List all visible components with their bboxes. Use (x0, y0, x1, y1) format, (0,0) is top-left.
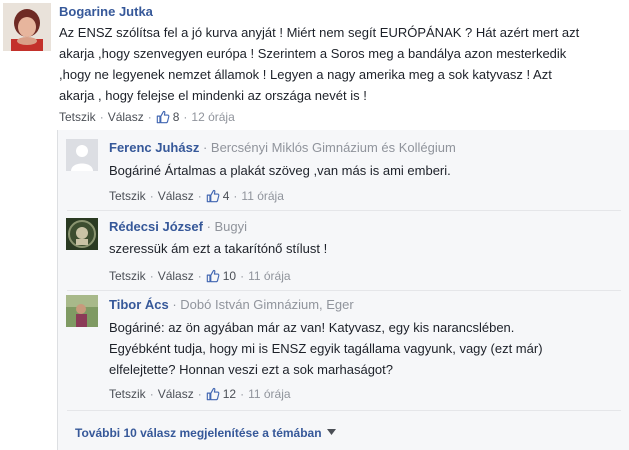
separator-dot: · (240, 269, 245, 283)
comment-line: ,hogy ne legyenek nemzet államok ! Legye… (59, 67, 552, 82)
reply-header: Ferenc Juhász · Bercsényi Miklós Gimnázi… (109, 140, 456, 155)
reply-text: Bogáriné Ártalmas a plakát szöveg ,van m… (109, 160, 624, 181)
reply-author[interactable]: Rédecsi József (109, 219, 203, 234)
like-count[interactable]: 10 (206, 269, 236, 283)
reply-text: Bogáriné: az ön agyában már az van! Katy… (109, 317, 624, 380)
like-link[interactable]: Tetszik (109, 269, 146, 283)
reply-affiliation[interactable]: Bercsényi Miklós Gimnázium és Kollégium (211, 140, 456, 155)
reply-author[interactable]: Tibor Ács (109, 297, 169, 312)
divider (67, 210, 621, 211)
separator-dot: · (149, 189, 154, 203)
comment-actions: Tetszik · Válasz · 8 · 12 órája (59, 110, 235, 124)
reply-header: Rédecsi József · Bugyi (109, 219, 247, 234)
like-thumb-icon (206, 269, 220, 283)
reply-link[interactable]: Válasz (158, 387, 194, 401)
like-count-value: 8 (172, 110, 180, 124)
separator-dot: · (233, 189, 238, 203)
reply-link[interactable]: Válasz (158, 269, 194, 283)
separator-dot: · (147, 110, 152, 124)
like-thumb-icon (206, 387, 220, 401)
timestamp[interactable]: 11 órája (248, 387, 290, 401)
avatar-bogarine-jutka[interactable] (3, 3, 51, 51)
separator-dot: · (197, 387, 202, 401)
timestamp[interactable]: 11 órája (241, 189, 283, 203)
separator-dot: · (183, 110, 188, 124)
more-replies-link[interactable]: További 10 válasz megjelenítése a témába… (75, 426, 336, 440)
separator-dot: · (149, 387, 154, 401)
reply-line: Egyébként tudja, hogy mi is ENSZ egyik t… (109, 341, 543, 356)
reply-link[interactable]: Válasz (108, 110, 144, 124)
separator-dot: · (197, 269, 202, 283)
more-replies-label: További 10 válasz megjelenítése a témába… (75, 426, 322, 440)
avatar-ferenc-juhasz[interactable] (66, 139, 98, 171)
reply-actions: Tetszik · Válasz · 10 · 11 órája (109, 269, 291, 283)
separator-dot: · (206, 219, 215, 234)
comment-line: akarja , hogy felejse el mindenki az ors… (59, 88, 367, 103)
portrait-image (3, 3, 51, 51)
caret-down-icon (326, 429, 336, 435)
like-link[interactable]: Tetszik (59, 110, 96, 124)
like-count[interactable]: 4 (206, 189, 230, 203)
reply-line: szeressük ám ezt a takarítónő stílust ! (109, 241, 328, 256)
separator-dot: · (240, 387, 245, 401)
separator-dot: · (197, 189, 202, 203)
avatar-redecsi-jozsef[interactable] (66, 218, 98, 250)
emblem-avatar-image (66, 218, 98, 250)
separator-dot: · (202, 140, 211, 155)
like-link[interactable]: Tetszik (109, 189, 146, 203)
reply-text: szeressük ám ezt a takarítónő stílust ! (109, 238, 624, 259)
photo-avatar-image (66, 295, 98, 327)
reply-actions: Tetszik · Válasz · 12 · 11 órája (109, 387, 291, 401)
like-thumb-icon (156, 110, 170, 124)
reply-actions: Tetszik · Válasz · 4 · 11 órája (109, 189, 284, 203)
separator-dot: · (149, 269, 154, 283)
reply-link[interactable]: Válasz (158, 189, 194, 203)
reply-header: Tibor Ács · Dobó István Gimnázium, Eger (109, 297, 354, 312)
timestamp[interactable]: 11 órája (248, 269, 290, 283)
default-avatar-image (66, 139, 98, 171)
like-count[interactable]: 12 (206, 387, 236, 401)
comment-author[interactable]: Bogarine Jutka (59, 4, 153, 19)
like-count[interactable]: 8 (156, 110, 180, 124)
divider (67, 410, 621, 411)
like-thumb-icon (206, 189, 220, 203)
reply-line: Bogáriné: az ön agyában már az van! Katy… (109, 320, 515, 335)
timestamp[interactable]: 12 órája (191, 110, 234, 124)
reply-line: Bogáriné Ártalmas a plakát szöveg ,van m… (109, 163, 451, 178)
comment-line: akarja ,hogy szenvegyen európa ! Szerint… (59, 46, 567, 61)
reply-affiliation[interactable]: Bugyi (215, 219, 248, 234)
avatar-tibor-acs[interactable] (66, 295, 98, 327)
reply-line: elfelejtette? Honnan veszi ezt a sok mar… (109, 362, 394, 377)
reply-affiliation[interactable]: Dobó István Gimnázium, Eger (180, 297, 353, 312)
comment-line: Az ENSZ szólítsa fel a jó kurva anyját !… (59, 25, 580, 40)
like-count-value: 12 (222, 387, 237, 401)
reply-author[interactable]: Ferenc Juhász (109, 140, 199, 155)
replies-panel: Ferenc Juhász · Bercsényi Miklós Gimnázi… (57, 130, 629, 450)
separator-dot: · (99, 110, 104, 124)
comment-text: Az ENSZ szólítsa fel a jó kurva anyját !… (59, 22, 629, 106)
like-link[interactable]: Tetszik (109, 387, 146, 401)
divider (67, 290, 621, 291)
like-count-value: 10 (222, 269, 237, 283)
like-count-value: 4 (222, 189, 230, 203)
